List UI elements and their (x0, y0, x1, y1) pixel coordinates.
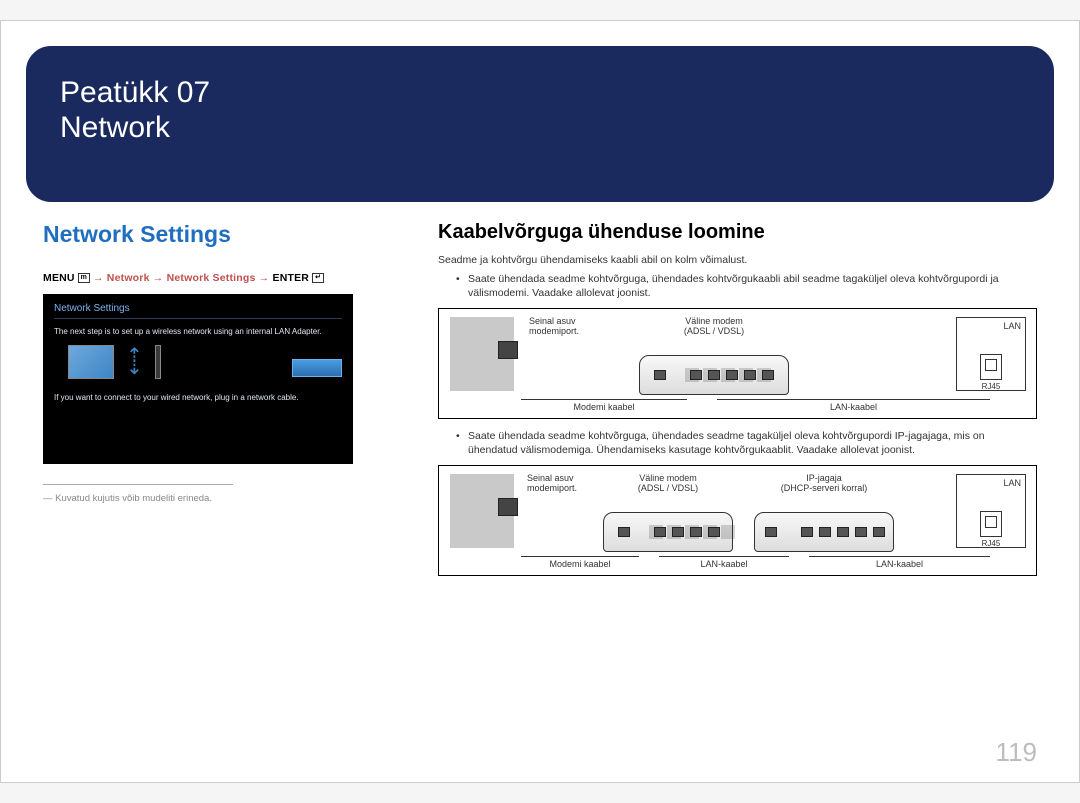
bullet-1: Saate ühendada seadme kohtvõrguga, ühend… (456, 272, 1037, 300)
rj45-label-2: RJ45 (957, 539, 1025, 548)
screenshot-button (292, 359, 342, 377)
content: Network Settings MENU m → Network → Netw… (1, 221, 1079, 586)
rj45-label: RJ45 (957, 382, 1025, 391)
diagram-2: Seinal asuv modemiport. Väline modem (AD… (438, 465, 1037, 576)
modem-cable-label: Modemi kaabel (521, 399, 687, 412)
ext-modem-sub-2: (ADSL / VDSL) (638, 483, 698, 493)
ext-modem-label: Väline modem (685, 316, 743, 326)
wall-port-label-2: Seinal asuv modemiport. (527, 474, 587, 494)
modem-icon-2 (603, 512, 733, 552)
chapter-label: Peatükk 07 (60, 76, 210, 109)
wall-port-label: Seinal asuv modemiport. (529, 317, 623, 337)
intro-text: Seadme ja kohtvõrgu ühendamiseks kaabli … (438, 254, 1037, 266)
left-column: Network Settings MENU m → Network → Netw… (43, 221, 398, 586)
bullet-2: Saate ühendada seadme kohtvõrguga, ühend… (456, 429, 1037, 457)
ip-sharer-sub: (DHCP-serveri korral) (781, 483, 868, 493)
enter-icon: ↵ (312, 273, 324, 283)
lan-cable-label-1: LAN-kaabel (717, 399, 990, 412)
modem-cable-label-2: Modemi kaabel (521, 556, 639, 569)
router-icon (754, 512, 894, 552)
rj45-icon (980, 354, 1002, 380)
menu-path: MENU m → Network → Network Settings → EN… (43, 272, 398, 284)
footnote: ― Kuvatud kujutis võib mudeliti erineda. (43, 493, 398, 504)
screenshot-text-1: The next step is to set up a wireless ne… (54, 327, 342, 337)
ext-modem-label-2: Väline modem (639, 473, 697, 483)
bullet-list: Saate ühendada seadme kohtvõrguga, ühend… (456, 272, 1037, 300)
enter-label: ENTER (273, 272, 310, 284)
wall-port-icon-2 (450, 474, 514, 548)
lan-label-2: LAN (957, 479, 1025, 489)
screenshot-text-2: If you want to connect to your wired net… (54, 393, 342, 403)
rj45-icon-2 (980, 511, 1002, 537)
lan-label: LAN (957, 322, 1025, 332)
ext-modem-sub: (ADSL / VDSL) (684, 326, 744, 336)
adapter-icon (155, 345, 161, 379)
menu-label: MENU (43, 272, 75, 284)
diagram-1: Seinal asuv modemiport. Väline modem (AD… (438, 308, 1037, 419)
tv-screenshot: Network Settings The next step is to set… (43, 294, 353, 464)
ip-sharer-label: IP-jagaja (806, 473, 842, 483)
signal-arrows-icon: ⇡⇣ (126, 350, 143, 374)
section-heading-wired: Kaabelvõrguga ühenduse loomine (438, 221, 1037, 244)
screenshot-title: Network Settings (54, 303, 342, 319)
page: Peatükk 07 Network Network Settings MENU… (0, 20, 1080, 783)
chapter-header: Peatükk 07 Network (26, 46, 1054, 202)
page-number: 119 (996, 737, 1037, 768)
tv-icon (68, 345, 114, 379)
bullet-list-2: Saate ühendada seadme kohtvõrguga, ühend… (456, 429, 1037, 457)
lan-panel-2: LAN RJ45 (956, 474, 1026, 548)
lan-cable-label-2b: LAN-kaabel (809, 556, 990, 569)
lan-panel: LAN RJ45 (956, 317, 1026, 391)
lan-cable-label-2a: LAN-kaabel (659, 556, 789, 569)
wall-port-icon (450, 317, 514, 391)
right-column: Kaabelvõrguga ühenduse loomine Seadme ja… (438, 221, 1037, 586)
chapter-title: Network (60, 111, 170, 144)
section-heading-network-settings: Network Settings (43, 221, 398, 248)
divider (43, 484, 233, 485)
modem-icon (639, 355, 789, 395)
menu-icon: m (78, 273, 90, 283)
